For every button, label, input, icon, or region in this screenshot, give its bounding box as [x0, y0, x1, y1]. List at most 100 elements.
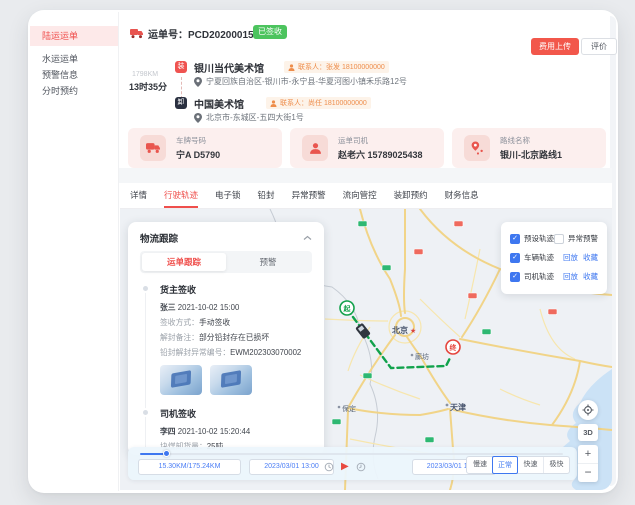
route-duration: 13时35分	[129, 80, 167, 93]
start-time-box[interactable]: 2023/03/01 13:00	[249, 459, 334, 475]
tab-seal[interactable]: 铅封	[258, 183, 275, 208]
sidebar-divider	[118, 12, 119, 491]
field-label: 铅封解封异常编号：	[160, 348, 230, 357]
zoom-out-button[interactable]: −	[578, 464, 598, 482]
beijing-star-icon: ★	[410, 327, 416, 335]
map-zoom-control: + −	[578, 445, 598, 482]
vehicle-favorite-link[interactable]: 收藏	[583, 252, 598, 263]
tracking-panel-title: 物流跟踪	[140, 231, 178, 245]
field-value: 部分铅封存在已损坏	[199, 333, 269, 342]
seal-photo-thumbnail[interactable]	[160, 365, 202, 395]
route-start-marker[interactable]: 起	[340, 301, 354, 315]
destination-contact-text: 联系人：尚任 18100000000	[280, 98, 367, 108]
tab-waybill-tracking[interactable]: 运单跟踪	[142, 253, 226, 271]
app: 陆运运单 水运运单 预警信息 分时预约 运单号：PCD20200015 已签收 …	[0, 0, 635, 505]
field-value: 手动签收	[199, 318, 230, 327]
vehicle-track-label: 车辆轨迹	[524, 252, 554, 263]
tab-detail[interactable]: 详情	[130, 183, 147, 208]
route-end-marker[interactable]: 终	[446, 340, 460, 354]
tab-elock[interactable]: 电子锁	[215, 183, 241, 208]
route-value: 银川-北京路线1	[500, 148, 562, 161]
vehicle-track-checkbox[interactable]	[510, 253, 520, 263]
city-label-langfang: 廊坊	[415, 352, 429, 361]
status-badge: 已签收	[253, 25, 287, 39]
tab-abnormal-alert[interactable]: 异常预警	[292, 183, 326, 208]
playback-slider-handle[interactable]	[163, 450, 170, 457]
seal-photo-thumbnail[interactable]	[210, 365, 252, 395]
plate-label: 车牌号码	[176, 135, 206, 146]
tab-finance-info[interactable]: 财务信息	[445, 183, 479, 208]
tab-loading-booking[interactable]: 装卸预约	[394, 183, 428, 208]
rate-button[interactable]: 评价	[581, 38, 617, 55]
locate-button[interactable]	[578, 400, 598, 420]
origin-contact-text: 联系人：张发 18100000000	[298, 62, 385, 72]
destination-address-text: 北京市-东城区-五四大街1号	[206, 112, 304, 123]
map-canvas[interactable]: 北京 ★ 廊坊 保定 天津 起 终	[120, 209, 612, 490]
sidebar-item-time-booking[interactable]: 分时预约	[30, 82, 118, 100]
speed-selector: 慢速 正常 快速 极快	[466, 456, 570, 474]
pin-icon	[194, 77, 202, 87]
entry-person: 张三	[160, 303, 176, 312]
driver-icon	[302, 135, 328, 161]
city-label-baoding: 保定	[342, 404, 356, 413]
collapse-chevron-icon[interactable]	[303, 235, 312, 241]
waybill-number: 运单号：PCD20200015	[148, 26, 254, 41]
route-distance: 1798KM	[132, 71, 158, 78]
entry-title: 货主签收	[160, 283, 314, 296]
origin-address-text: 宁夏回族自治区-银川市-永宁县-华夏河图小镇禾乐路12号	[206, 76, 407, 87]
person-icon	[270, 100, 277, 107]
slow-step-icon[interactable]	[324, 462, 334, 472]
section-gap	[119, 168, 612, 183]
plate-card: 车牌号码 宁A D5790	[128, 128, 282, 168]
fast-step-icon[interactable]	[356, 462, 366, 472]
speed-slow[interactable]: 慢速	[467, 457, 493, 473]
entry-title: 司机签收	[160, 407, 314, 420]
driver-card: 运单司机 赵老六 15789025438	[290, 128, 444, 168]
sidebar-item-land-waybill[interactable]: 陆运运单	[30, 26, 118, 46]
map-3d-button[interactable]: 3D	[578, 424, 598, 441]
preset-track-checkbox[interactable]	[510, 234, 520, 244]
speed-normal[interactable]: 正常	[492, 456, 518, 474]
play-button-icon[interactable]: ▶	[341, 460, 349, 474]
tab-warning[interactable]: 预警	[226, 253, 310, 271]
driver-favorite-link[interactable]: 收藏	[583, 271, 598, 282]
playback-controls: ▶	[324, 460, 366, 474]
tab-driving-track[interactable]: 行驶轨迹	[164, 183, 198, 208]
route-icon	[464, 135, 490, 161]
distance-progress-box: 15.30KM/175.24KM	[138, 459, 241, 475]
plate-value: 宁A D5790	[176, 148, 220, 161]
city-label-beijing: 北京	[392, 325, 408, 335]
driver-track-checkbox[interactable]	[510, 272, 520, 282]
vehicle-replay-link[interactable]: 回放	[563, 252, 578, 263]
abnormal-alert-checkbox[interactable]	[554, 234, 564, 244]
driver-value: 赵老六 15789025438	[338, 148, 423, 161]
truck-icon	[140, 135, 166, 161]
upload-fee-button[interactable]: 费用上传	[531, 38, 579, 55]
entry-time: 2021-10-02 15:20:44	[178, 427, 250, 436]
speed-fast[interactable]: 快速	[517, 457, 543, 473]
city-label-tianjin: 天津	[450, 402, 466, 412]
tracking-tab-group: 运单跟踪 预警	[140, 251, 312, 273]
field-value: EWM202303070002	[230, 348, 301, 357]
entry-person: 李四	[160, 427, 176, 436]
logistics-tracking-panel: 物流跟踪 运单跟踪 预警 货主签收 张三 2021-10-02 15:00 签收…	[128, 222, 324, 455]
driver-track-label: 司机轨迹	[524, 271, 554, 282]
playback-slider-track[interactable]	[140, 453, 563, 455]
speed-max[interactable]: 极快	[543, 457, 569, 473]
driver-replay-link[interactable]: 回放	[563, 271, 578, 282]
field-label: 解封备注：	[160, 333, 199, 342]
unload-marker-icon: 卸	[175, 97, 187, 109]
person-icon	[288, 64, 295, 71]
driver-label: 运单司机	[338, 135, 368, 146]
tracking-entries: 货主签收 张三 2021-10-02 15:00 签收方式：手动签收 解封备注：…	[128, 273, 324, 455]
tab-flow-control[interactable]: 流向管控	[343, 183, 377, 208]
route-card: 路线名称 银川-北京路线1	[452, 128, 606, 168]
origin-name: 银川当代美术馆	[194, 60, 264, 75]
zoom-in-button[interactable]: +	[578, 445, 598, 464]
track-legend-panel: 预设轨迹 异常预警 车辆轨迹 回放收藏 司机轨迹 回放收藏	[501, 222, 607, 294]
route-connector	[181, 77, 182, 99]
pin-icon	[194, 113, 202, 123]
entry-time: 2021-10-02 15:00	[178, 303, 240, 312]
playback-bar: 15.30KM/175.24KM 2023/03/01 13:00 ▶ 2023…	[128, 447, 577, 480]
detail-tabs: 详情 行驶轨迹 电子锁 铅封 异常预警 流向管控 装卸预约 财务信息	[120, 183, 612, 209]
